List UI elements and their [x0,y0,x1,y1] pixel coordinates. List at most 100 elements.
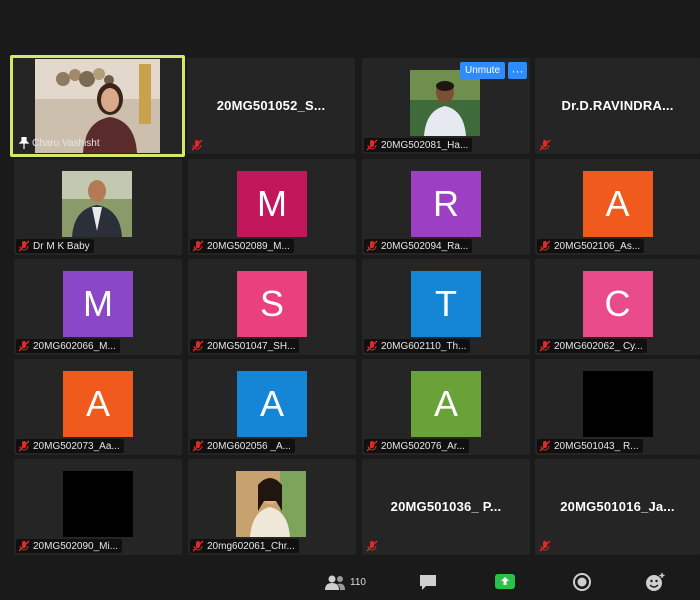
avatar-letter: T [411,271,481,337]
chat-button[interactable] [418,570,438,594]
video-tile[interactable]: 20MG501052_S... [187,58,355,154]
participant-display-name: 20MG501036_ P... [390,499,502,514]
video-tile[interactable]: 20MG502090_Mi... [14,459,182,555]
microphone-muted-icon [539,240,551,252]
participant-name: 20MG602066_M... [33,340,116,352]
video-tile[interactable]: S 20MG501047_SH... [188,259,356,355]
microphone-muted-icon [539,440,551,452]
participant-namebar: 20MG502089_M... [190,239,294,253]
microphone-muted-icon [366,240,378,252]
video-tile[interactable]: R 20MG502094_Ra... [362,159,530,255]
participant-name: 20MG501047_SH... [207,340,296,352]
participant-video [62,171,132,237]
participant-count: 110 [350,576,366,588]
participant-namebar: 20MG602062_ Cy... [537,339,647,353]
participant-namebar [189,138,207,152]
avatar-letter: A [582,171,653,237]
share-screen-button[interactable] [494,570,516,594]
microphone-muted-icon [539,540,551,552]
participant-namebar: 20MG501047_SH... [190,339,300,353]
microphone-muted-icon [366,340,378,352]
microphone-muted-icon [192,240,204,252]
participant-namebar: 20mg602061_Chr... [190,539,299,553]
avatar-letter: A [63,371,133,437]
participant-namebar [537,138,555,152]
participant-namebar [364,539,382,553]
video-tile[interactable]: M 20MG502089_M... [188,159,356,255]
participant-name: 20MG502090_Mi... [33,540,119,552]
participant-name: Dr M K Baby [33,240,90,252]
share-screen-icon [495,574,515,589]
avatar-letter: A [411,371,481,437]
microphone-muted-icon [18,240,30,252]
microphone-muted-icon [366,440,378,452]
pin-icon [19,137,29,149]
microphone-muted-icon [18,340,30,352]
microphone-muted-icon [18,440,30,452]
participant-name: 20MG501043_ R... [554,440,639,452]
participant-namebar [537,539,555,553]
record-icon [573,573,591,591]
participants-button[interactable]: 110 [324,570,366,594]
participant-namebar: 20MG501043_ R... [537,439,643,453]
reactions-smiley-icon [646,573,665,591]
participant-name: 20MG502081_Ha... [381,139,469,151]
video-off-placeholder [582,371,653,437]
microphone-muted-icon [192,440,204,452]
avatar-letter: C [582,271,653,337]
meeting-toolbar: 110 [0,560,700,600]
speaker-namebar: Charu Vashisht [17,136,104,150]
video-tile[interactable]: A 20MG502073_Aa... [14,359,182,455]
participant-name: 20MG502073_Aa... [33,440,120,452]
participant-namebar: 20MG602110_Th... [364,339,471,353]
avatar-letter: R [411,171,481,237]
video-tile[interactable]: 20MG501036_ P... [362,459,530,555]
avatar-letter: A [237,371,307,437]
participant-name: 20MG602056 _A... [207,440,291,452]
video-tile[interactable]: M 20MG602066_M... [14,259,182,355]
microphone-muted-icon [366,540,378,552]
video-tile[interactable]: A 20MG602056 _A... [188,359,356,455]
video-tile[interactable]: 20mg602061_Chr... [188,459,356,555]
video-tile[interactable]: T 20MG602110_Th... [362,259,530,355]
avatar-letter: M [63,271,133,337]
participant-namebar: 20MG502073_Aa... [16,439,124,453]
participant-display-name: 20MG501052_S... [216,98,326,113]
participant-video [410,70,480,136]
microphone-muted-icon [191,139,203,151]
video-tile[interactable]: A 20MG502106_As... [535,159,700,255]
participant-namebar: 20MG502090_Mi... [16,539,123,553]
unmute-button[interactable]: Unmute [460,62,506,79]
reactions-button[interactable] [644,570,666,594]
video-tile[interactable]: Dr.D.RAVINDRA... [535,58,700,154]
participant-namebar: 20MG502106_As... [537,239,645,253]
microphone-muted-icon [539,340,551,352]
participant-namebar: 20MG502094_Ra... [364,239,473,253]
participant-namebar: 20MG502076_Ar... [364,439,469,453]
video-tile[interactable]: 20MG501043_ R... [535,359,700,455]
participant-namebar: 20MG602066_M... [16,339,120,353]
participant-namebar: Dr M K Baby [16,239,94,253]
video-tile-active-speaker[interactable]: Charu Vashisht [10,55,185,157]
microphone-muted-icon [366,139,378,151]
participant-name: 20MG502094_Ra... [381,240,469,252]
microphone-muted-icon [539,139,551,151]
participant-display-name: Dr.D.RAVINDRA... [561,98,674,113]
video-tile[interactable]: 20MG501016_Ja... [535,459,700,555]
participant-name: 20MG602062_ Cy... [554,340,643,352]
microphone-muted-icon [18,540,30,552]
record-button[interactable] [572,570,592,594]
microphone-muted-icon [192,540,204,552]
participant-display-name: 20MG501016_Ja... [560,499,675,514]
video-off-placeholder [63,471,133,537]
microphone-muted-icon [192,340,204,352]
video-tile[interactable]: Dr M K Baby [14,159,182,255]
participant-name: 20MG502106_As... [554,240,641,252]
more-options-button[interactable]: ··· [508,62,527,79]
avatar-letter: M [237,171,307,237]
video-tile[interactable]: C 20MG602062_ Cy... [535,259,700,355]
participant-video [236,471,306,537]
chat-icon [420,575,436,590]
participant-name: 20MG502076_Ar... [381,440,465,452]
video-tile[interactable]: A 20MG502076_Ar... [362,359,530,455]
